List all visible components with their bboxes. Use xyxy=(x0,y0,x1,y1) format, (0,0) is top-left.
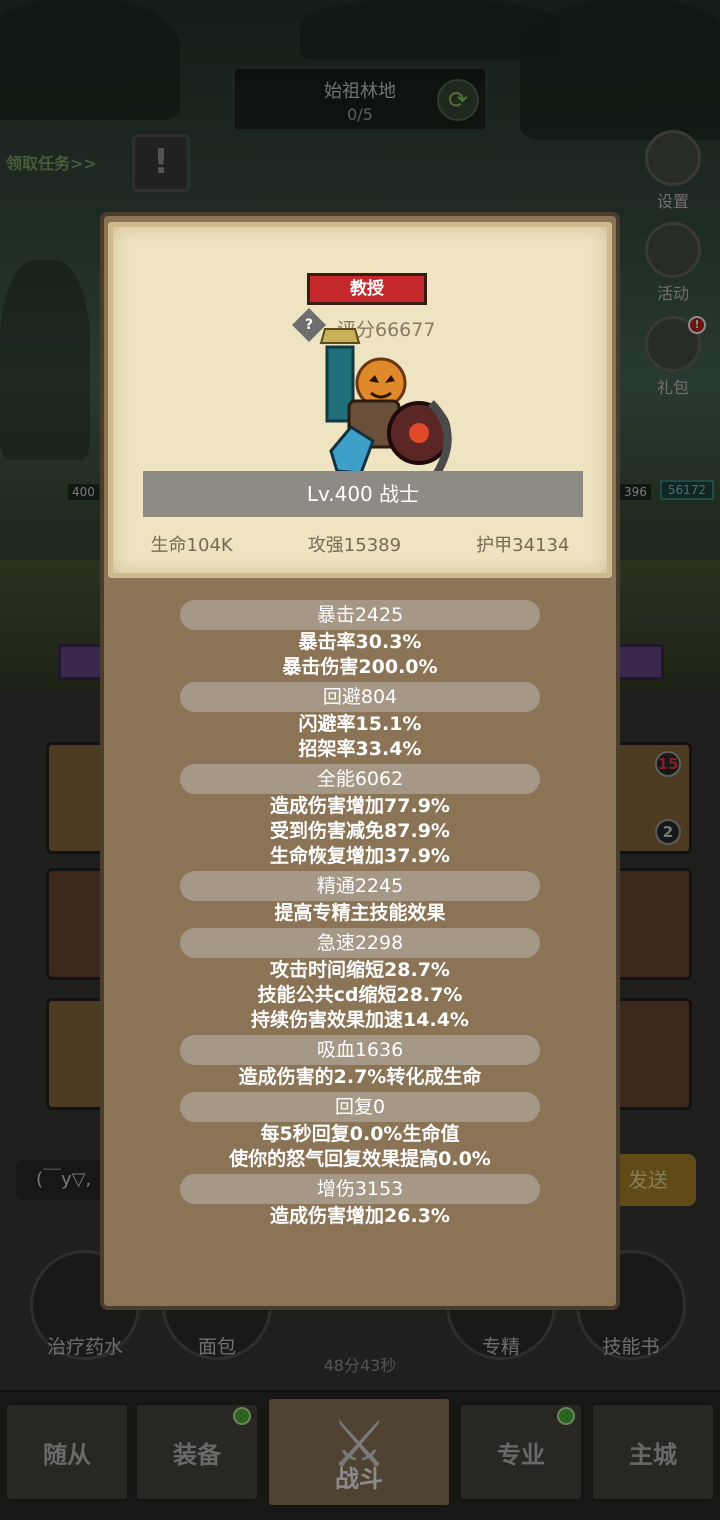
attack-power-stat: 攻强15389 xyxy=(307,535,402,556)
stat-line: 攻击时间缩短28.7% xyxy=(270,959,450,981)
stat-line: 使你的怒气回复效果提高0.0% xyxy=(229,1148,491,1170)
stat-header-versatility: 全能6062 xyxy=(180,764,540,794)
armor-stat: 护甲34134 xyxy=(476,535,570,556)
stat-line: 生命恢复增加37.9% xyxy=(270,845,450,867)
stat-line: 受到伤害减免87.9% xyxy=(270,820,450,842)
stat-line: 每5秒回复0.0%生命值 xyxy=(260,1123,460,1145)
stat-details: 暴击2425 暴击率30.3% 暴击伤害200.0% 回避804 闪避率15.1… xyxy=(104,600,616,1229)
stat-line: 技能公共cd缩短28.7% xyxy=(257,984,463,1006)
stat-header-regen: 回复0 xyxy=(180,1092,540,1122)
stat-line: 暴击率30.3% xyxy=(298,631,422,653)
stat-header-damage-bonus: 增伤3153 xyxy=(180,1174,540,1204)
stat-header-crit: 暴击2425 xyxy=(180,600,540,630)
character-stats-modal: 教授 ? 评分66677 Lv.400 战士 生命104K 攻强15389 护甲… xyxy=(100,212,620,1310)
stat-line: 暴击伤害200.0% xyxy=(282,656,438,678)
basic-stats: 生命104K 攻强15389 护甲34134 xyxy=(113,531,607,557)
stat-line: 提高专精主技能效果 xyxy=(274,902,446,924)
stat-line: 持续伤害效果加速14.4% xyxy=(251,1009,469,1031)
stat-header-mastery: 精通2245 xyxy=(180,871,540,901)
stat-line: 造成伤害增加77.9% xyxy=(270,795,450,817)
character-card: 教授 ? 评分66677 Lv.400 战士 生命104K 攻强15389 护甲… xyxy=(108,222,612,578)
stat-line: 造成伤害的2.7%转化成生命 xyxy=(238,1066,482,1088)
stat-line: 闪避率15.1% xyxy=(298,713,422,735)
hero-sprite xyxy=(319,328,452,476)
stat-header-haste: 急速2298 xyxy=(180,928,540,958)
stat-header-lifesteal: 吸血1636 xyxy=(180,1035,540,1065)
hp-stat: 生命104K xyxy=(150,535,233,556)
level-class-bar: Lv.400 战士 xyxy=(143,471,583,517)
stat-line: 造成伤害增加26.3% xyxy=(270,1205,450,1227)
character-title: 教授 xyxy=(307,273,427,305)
stat-header-avoidance: 回避804 xyxy=(180,682,540,712)
stat-line: 招架率33.4% xyxy=(298,738,422,760)
